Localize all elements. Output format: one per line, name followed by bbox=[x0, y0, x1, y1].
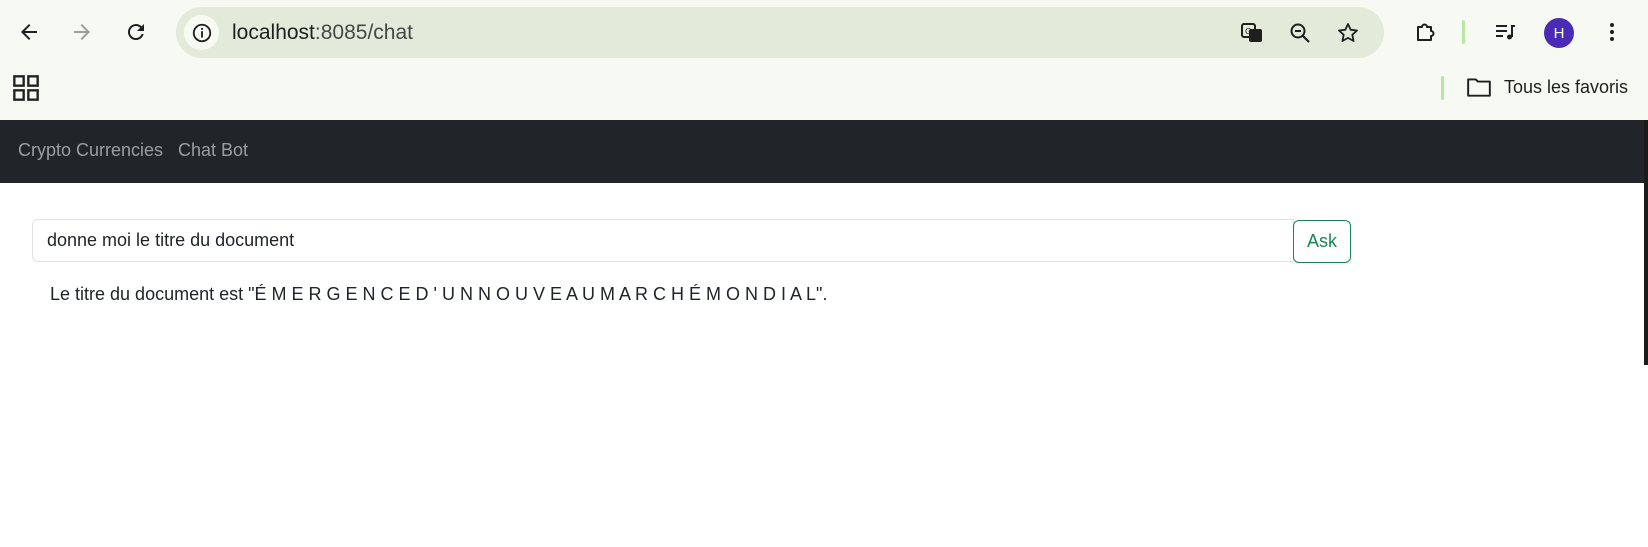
extensions-button[interactable] bbox=[1407, 14, 1443, 50]
bookmarks-bar: Tous les favoris bbox=[0, 66, 1648, 120]
app-navbar: Crypto Currencies Chat Bot bbox=[0, 120, 1644, 183]
browser-toolbar: localhost:8085/chat G H bbox=[0, 0, 1648, 66]
profile-avatar[interactable]: H bbox=[1544, 18, 1574, 48]
ask-button[interactable]: Ask bbox=[1293, 220, 1351, 263]
address-bar[interactable]: localhost:8085/chat G bbox=[176, 7, 1384, 58]
url-host: localhost bbox=[232, 21, 315, 44]
puzzle-icon bbox=[1417, 23, 1435, 41]
arrow-left-icon bbox=[21, 24, 37, 40]
scrollbar[interactable] bbox=[1644, 120, 1648, 365]
all-bookmarks-folder[interactable]: Tous les favoris bbox=[1466, 72, 1628, 102]
forward-button[interactable] bbox=[62, 12, 102, 52]
back-button[interactable] bbox=[9, 12, 49, 52]
chat-answer: Le titre du document est "É M E R G E N … bbox=[50, 284, 828, 304]
url-text: localhost:8085/chat bbox=[232, 21, 413, 45]
translate-button[interactable]: G bbox=[1236, 17, 1268, 49]
nav-link-chat-bot[interactable]: Chat Bot bbox=[178, 140, 248, 161]
profile-initial: H bbox=[1553, 24, 1565, 42]
toolbar-separator bbox=[1462, 20, 1465, 44]
svg-text:G: G bbox=[1245, 27, 1251, 36]
media-button[interactable] bbox=[1487, 14, 1523, 50]
bookmark-star-button[interactable] bbox=[1332, 17, 1364, 49]
zoom-out-icon bbox=[1290, 23, 1310, 43]
star-icon bbox=[1338, 23, 1358, 42]
url-path: :8085/chat bbox=[314, 21, 413, 44]
kebab-menu-icon bbox=[1610, 23, 1614, 41]
bookmarks-separator bbox=[1441, 76, 1444, 100]
zoom-button[interactable] bbox=[1284, 17, 1316, 49]
reload-icon bbox=[127, 24, 144, 41]
web-page: Crypto Currencies Chat Bot Ask Le titre … bbox=[0, 120, 1648, 547]
media-queue-icon bbox=[1496, 25, 1515, 40]
folder-icon bbox=[1467, 78, 1491, 97]
nav-link-crypto-currencies[interactable]: Crypto Currencies bbox=[18, 140, 163, 161]
apps-grid-icon[interactable] bbox=[12, 74, 40, 102]
info-icon bbox=[192, 23, 211, 42]
reload-button[interactable] bbox=[116, 12, 156, 52]
question-input[interactable] bbox=[32, 219, 1294, 262]
translate-icon: G bbox=[1241, 23, 1262, 42]
browser-menu-button[interactable] bbox=[1594, 14, 1630, 50]
arrow-right-icon bbox=[74, 24, 90, 40]
site-info-button[interactable] bbox=[184, 15, 219, 50]
browser-chrome: localhost:8085/chat G H Tous les favoris bbox=[0, 0, 1648, 120]
all-bookmarks-label: Tous les favoris bbox=[1504, 76, 1629, 97]
